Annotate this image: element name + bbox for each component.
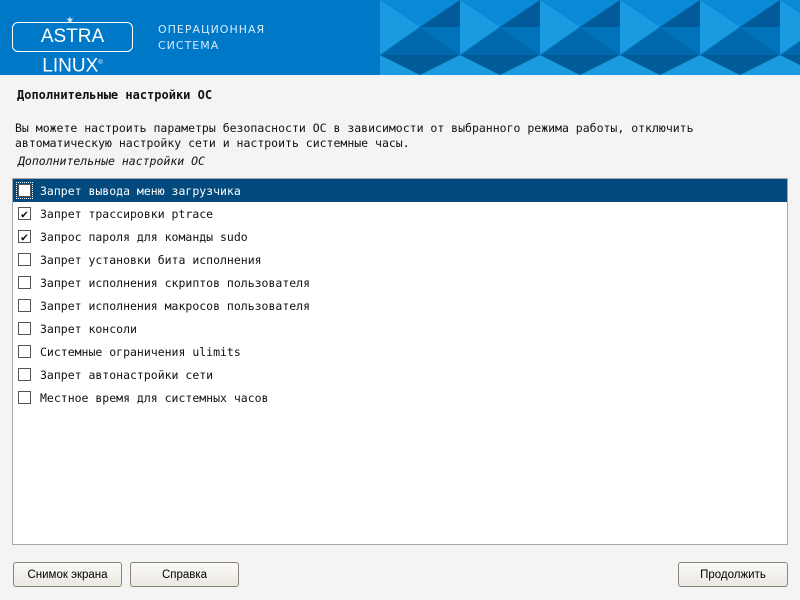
checkbox-unchecked[interactable]: [18, 391, 31, 404]
header-banner: ★ ASTRA LINUX® ОПЕРАЦИОННАЯ СИСТЕМА: [0, 0, 800, 75]
os-subtitle: ОПЕРАЦИОННАЯ СИСТЕМА: [158, 22, 265, 54]
option-label: Местное время для системных часов: [40, 390, 269, 405]
checkbox-unchecked[interactable]: [18, 322, 31, 335]
option-row[interactable]: ✔ Запрет трассировки ptrace: [13, 202, 787, 225]
option-label: Запрет автонастройки сети: [40, 367, 214, 382]
option-row[interactable]: Системные ограничения ulimits: [13, 340, 787, 363]
option-label: Запрет исполнения скриптов пользователя: [40, 275, 311, 290]
astra-linux-logo: ASTRA LINUX®: [12, 22, 133, 75]
page-description: Вы можете настроить параметры безопаснос…: [15, 121, 694, 150]
checkbox-unchecked[interactable]: [18, 253, 31, 266]
checkbox-unchecked[interactable]: [18, 276, 31, 289]
option-label: Запрет консоли: [40, 321, 137, 336]
checkbox-unchecked[interactable]: [16, 182, 33, 199]
option-row[interactable]: Запрет автонастройки сети: [13, 363, 787, 386]
checkbox-unchecked[interactable]: [18, 368, 31, 381]
options-list[interactable]: Запрет вывода меню загрузчика ✔ Запрет тра…: [12, 178, 788, 545]
screenshot-button[interactable]: Снимок экрана: [13, 562, 122, 587]
option-row[interactable]: Запрет вывода меню загрузчика: [13, 179, 787, 202]
continue-button[interactable]: Продолжить: [678, 562, 788, 587]
option-row[interactable]: Запрет исполнения скриптов пользователя: [13, 271, 787, 294]
option-label: Системные ограничения ulimits: [40, 344, 241, 359]
page-title: Дополнительные настройки ОС: [17, 88, 213, 102]
checkbox-checked[interactable]: ✔: [18, 207, 31, 220]
checkbox-unchecked[interactable]: [18, 299, 31, 312]
option-row[interactable]: Запрет консоли: [13, 317, 787, 340]
checkbox-checked[interactable]: ✔: [18, 230, 31, 243]
help-button[interactable]: Справка: [130, 562, 239, 587]
option-row[interactable]: Запрет установки бита исполнения: [13, 248, 787, 271]
option-label: Запрос пароля для команды sudo: [40, 229, 248, 244]
option-row[interactable]: Запрет исполнения макросов пользователя: [13, 294, 787, 317]
option-row[interactable]: ✔ Запрос пароля для команды sudo: [13, 225, 787, 248]
list-label: Дополнительные настройки ОС: [18, 154, 205, 168]
option-label: Запрет вывода меню загрузчика: [40, 183, 241, 198]
option-label: Запрет трассировки ptrace: [40, 206, 214, 221]
checkbox-unchecked[interactable]: [18, 345, 31, 358]
option-label: Запрет установки бита исполнения: [40, 252, 262, 267]
subtitle-line-1: ОПЕРАЦИОННАЯ: [158, 23, 266, 36]
header-pattern: [380, 0, 800, 75]
subtitle-line-2: СИСТЕМА: [158, 39, 220, 52]
option-row[interactable]: Местное время для системных часов: [13, 386, 787, 409]
option-label: Запрет исполнения макросов пользователя: [40, 298, 311, 313]
